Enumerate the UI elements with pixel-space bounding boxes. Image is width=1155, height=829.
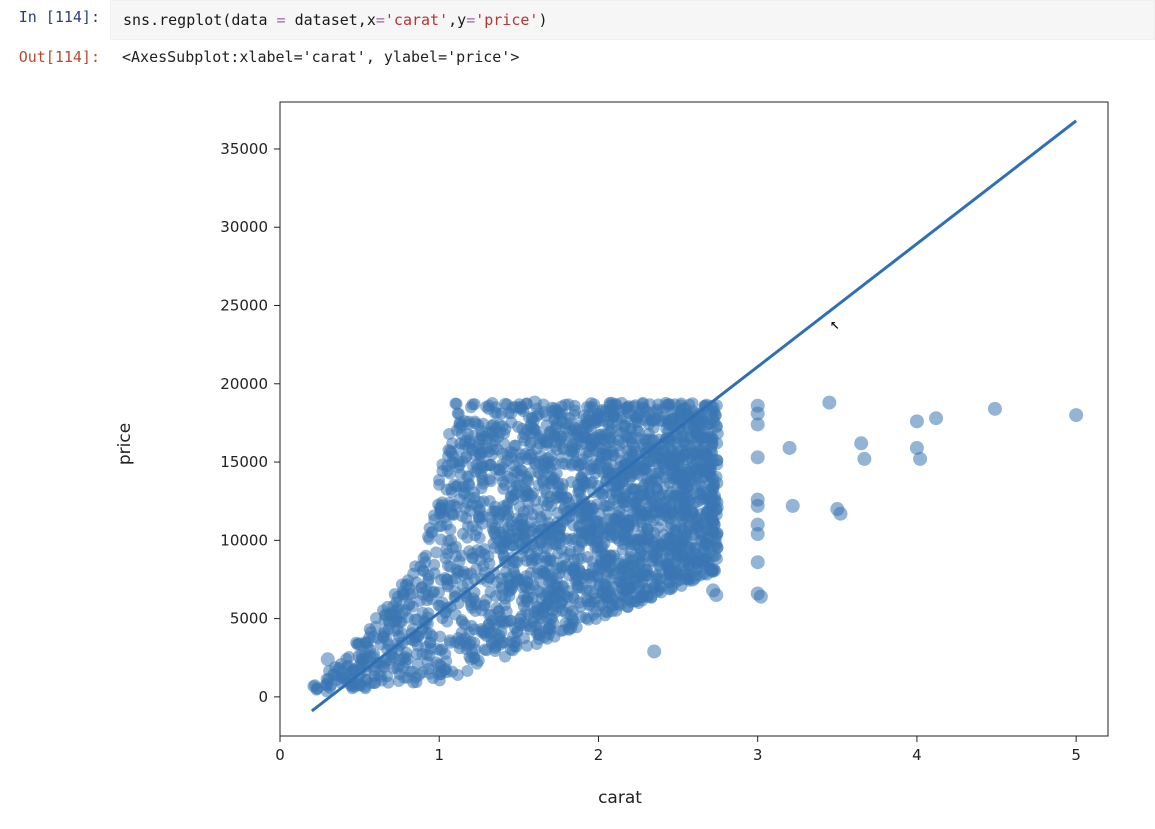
output-repr: <AxesSubplot:xlabel='carat', ylabel='pri… — [110, 40, 1155, 74]
svg-text:20000: 20000 — [220, 375, 268, 393]
svg-text:25000: 25000 — [220, 297, 268, 315]
svg-text:4: 4 — [912, 746, 922, 764]
x-axis-label: carat — [598, 788, 642, 808]
svg-text:2: 2 — [594, 746, 604, 764]
input-prompt: In [114]: — [0, 0, 110, 34]
code-input[interactable]: sns.regplot(data = dataset,x='carat',y='… — [110, 0, 1155, 40]
svg-text:0: 0 — [275, 746, 285, 764]
y-axis-label: price — [115, 423, 135, 465]
output-cell: Out[114]: <AxesSubplot:xlabel='carat', y… — [0, 40, 1155, 74]
svg-text:30000: 30000 — [220, 218, 268, 236]
svg-text:10000: 10000 — [220, 531, 268, 549]
input-cell: In [114]: sns.regplot(data = dataset,x='… — [0, 0, 1155, 40]
svg-text:0: 0 — [258, 688, 268, 706]
svg-text:35000: 35000 — [220, 140, 268, 158]
svg-text:15000: 15000 — [220, 453, 268, 471]
svg-text:1: 1 — [434, 746, 444, 764]
svg-text:5000: 5000 — [230, 610, 268, 628]
output-prompt: Out[114]: — [0, 40, 110, 74]
svg-text:5: 5 — [1071, 746, 1081, 764]
svg-text:3: 3 — [753, 746, 763, 764]
plot-output: price 0500010000150002000025000300003500… — [0, 74, 1155, 814]
scatter-plot: 0 5000 10000 15000 20000 25000 30000 35000 0 1 2 3 4… — [110, 84, 1130, 784]
